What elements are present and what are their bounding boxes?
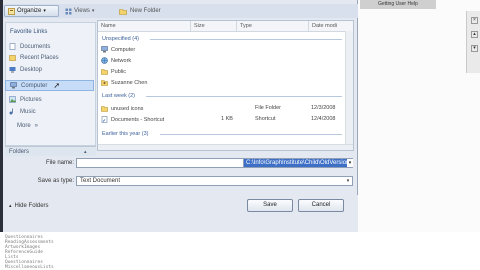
nav-item-label: Pictures [20,96,42,103]
chevron-down-icon: ▾ [91,8,95,14]
nav-item-desktop[interactable]: Desktop [5,64,94,75]
organize-menu-button[interactable]: Organize ▾ [4,5,59,17]
background-window-title: Getting User Help [360,0,436,9]
item-name: Network [111,57,132,64]
item-name: Computer [111,46,136,53]
save-as-type-value: Text Document [80,178,121,184]
list-item[interactable]: Network [101,56,351,65]
favorite-links-heading: Favorite Links [10,29,48,35]
item-size: 1 KB [221,116,233,122]
chevron-up-icon[interactable]: ▴ [471,31,478,38]
nav-item-more[interactable]: More » [5,120,94,131]
nav-item-music[interactable]: Music [5,106,94,117]
list-item[interactable]: Documents - Shortcut 1 KB Shortcut 12/4/… [101,115,351,124]
item-type: File Folder [255,105,281,111]
new-folder-button[interactable]: New Folder [116,5,176,17]
folders-toggle[interactable]: Folders ▴ [5,146,96,156]
hide-folders-label: Hide Folders [14,203,49,209]
column-header-size[interactable]: Size [191,21,237,31]
views-menu-button[interactable]: Views ▾ [62,5,114,17]
background-text-line: MiscellaneousLists [5,265,54,270]
background-side-panel: × ▴ ▾ [466,11,480,73]
vertical-scrollbar[interactable] [345,31,353,150]
views-icon [65,8,72,14]
organize-icon [8,7,15,15]
close-icon[interactable]: × [471,17,478,24]
music-icon [9,108,13,115]
chevron-down-icon[interactable]: ▾ [471,45,478,52]
cancel-button[interactable]: Cancel [298,199,344,212]
nav-item-documents[interactable]: Documents [5,41,94,52]
file-name-label: File name: [45,160,74,166]
group-divider [150,39,342,40]
nav-item-label: Documents [20,43,51,50]
item-date: 12/3/2008 [311,105,336,111]
item-name: Public [111,68,126,75]
save-button[interactable]: Save [247,199,293,212]
column-header-type[interactable]: Type [237,21,309,31]
documents-icon [9,43,16,50]
file-name-input-left[interactable] [76,158,243,168]
computer-icon [101,46,108,53]
group-header-last-week[interactable]: Last week (2) [102,93,135,99]
desktop-icon [9,67,16,73]
folder-icon [101,106,108,112]
nav-item-label: Desktop [20,66,43,73]
new-folder-icon [119,8,127,15]
item-name: Documents - Shortcut [111,116,165,123]
folder-icon [101,69,108,75]
hide-folders-toggle[interactable]: ▴ Hide Folders [9,203,49,209]
item-type: Shortcut [255,116,276,122]
nav-item-label: Music [20,108,36,115]
group-header-earlier-this-year[interactable]: Earlier this year (3) [102,131,148,137]
group-divider [146,96,342,97]
save-as-type-label: Save as type: [37,178,74,184]
user-folder-icon [101,80,108,86]
background-window [358,0,480,232]
chevron-up-icon: ▴ [84,148,87,155]
recent-places-icon [9,55,16,61]
pictures-icon [9,96,16,103]
chevron-down-icon: ▾ [346,178,350,184]
chevron-up-icon: ▴ [9,203,12,209]
background-document [0,232,480,270]
shortcut-icon [101,116,108,123]
nav-item-computer[interactable]: Computer ➚ [5,80,94,91]
file-name-value: C:\Info\GraphInstitute\Child\OldVersion3… [244,159,352,167]
list-item[interactable]: Suzanne Chen [101,78,351,87]
more-label: More [17,122,31,129]
item-name: unused icons [111,105,144,112]
column-header-date[interactable]: Date modi [309,21,353,31]
group-header-unspecified[interactable]: Unspecified (4) [102,36,139,42]
list-item[interactable]: Computer [101,45,351,54]
list-item[interactable]: Public [101,67,351,76]
group-divider [160,134,342,135]
horizontal-scrollbar[interactable] [98,144,353,150]
nav-item-recent-places[interactable]: Recent Places [5,52,94,63]
nav-item-label: Computer [21,82,48,89]
item-name: Suzanne Chen [111,79,148,86]
item-date: 12/4/2008 [311,116,336,122]
computer-icon [10,82,17,89]
network-icon [101,57,108,64]
column-header-name[interactable]: Name [98,21,191,31]
list-item[interactable]: unused icons File Folder 12/3/2008 [101,104,351,113]
file-name-input[interactable]: C:\Info\GraphInstitute\Child\OldVersion3… [243,158,353,168]
views-label: Views [74,8,90,14]
folders-label: Folders [9,148,30,155]
nav-item-pictures[interactable]: Pictures [5,94,94,105]
mouse-cursor-icon: ➚ [53,81,61,90]
double-chevron-icon: » [34,122,39,129]
chevron-down-icon[interactable]: ▾ [347,159,353,167]
new-folder-label: New Folder [130,8,161,14]
nav-item-label: Recent Places [20,54,59,61]
organize-label: Organize [17,8,42,14]
chevron-down-icon: ▾ [43,8,46,14]
save-as-type-select[interactable]: Text Document ▾ [76,176,353,186]
